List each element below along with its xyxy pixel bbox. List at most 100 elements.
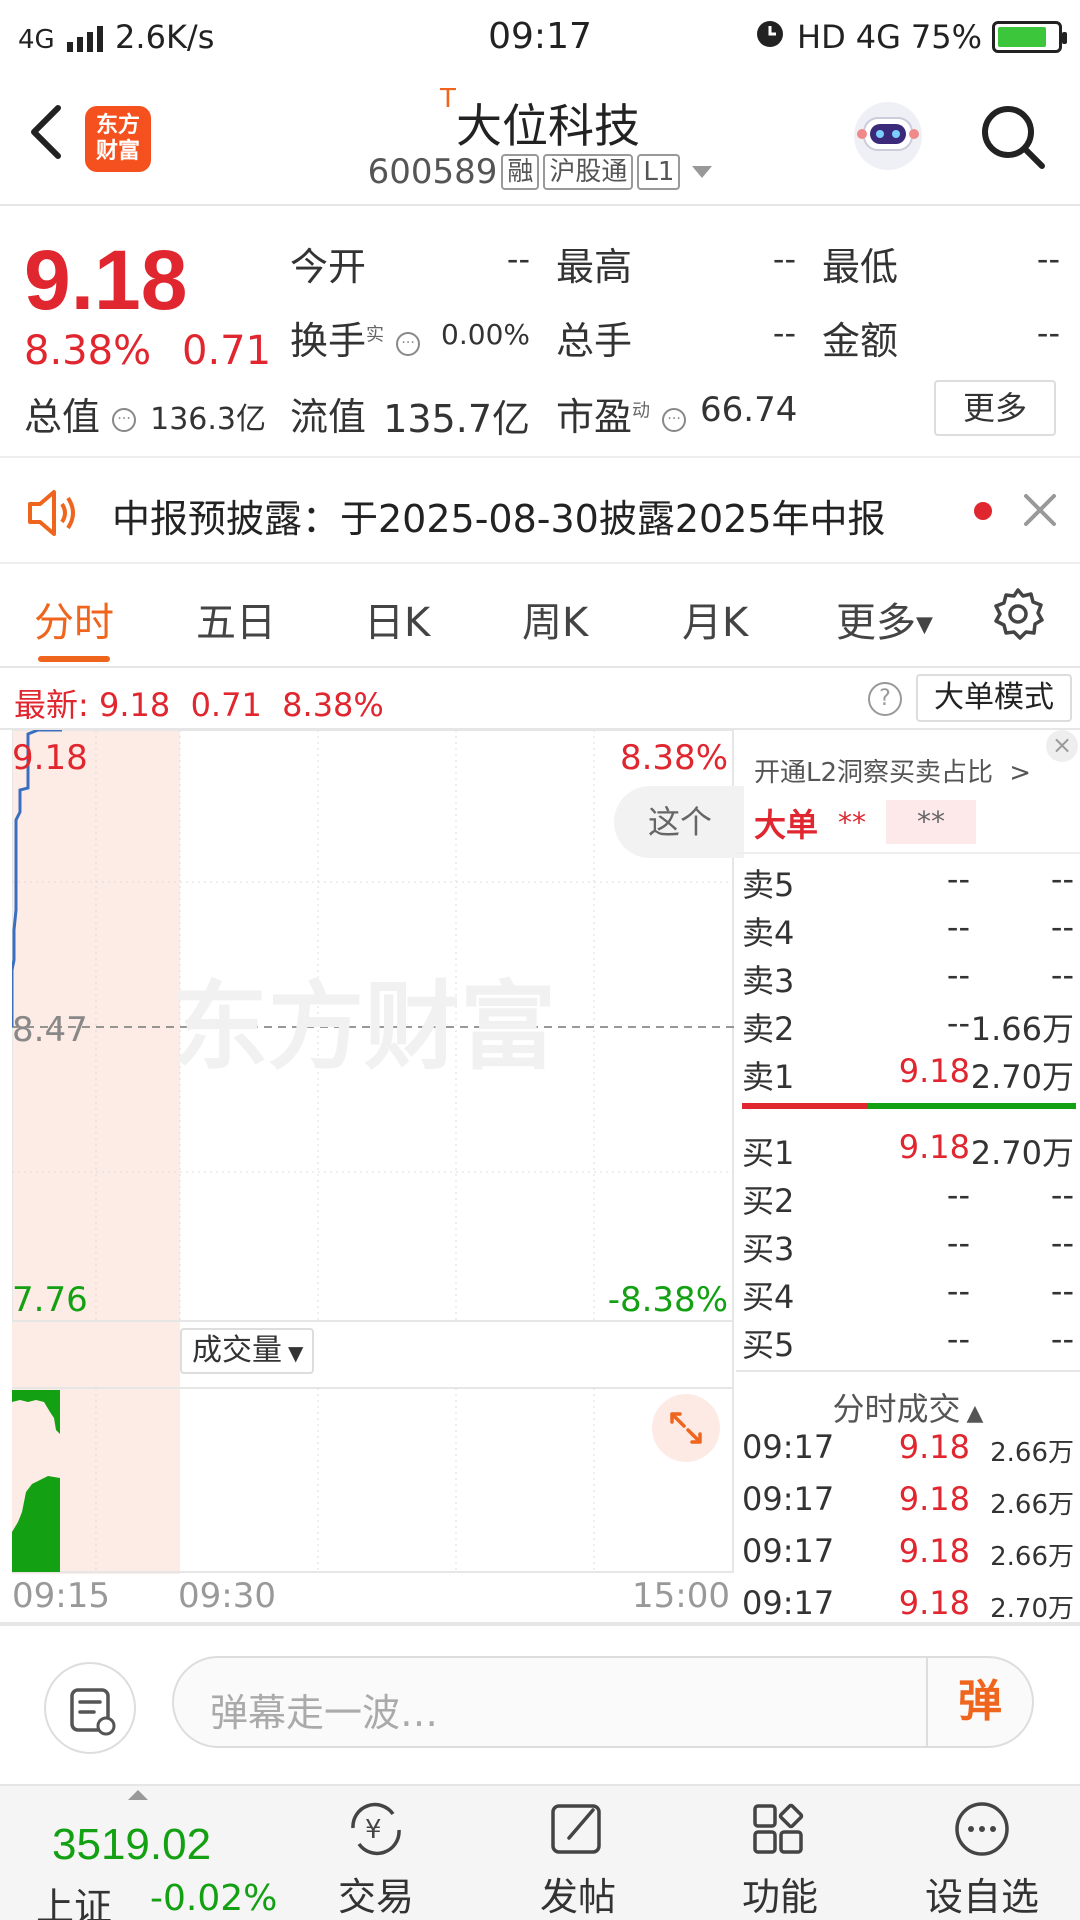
time-start-label: 09:15 [12,1576,110,1616]
latest-summary: 最新: 9.18 0.71 8.38% [14,686,384,724]
danmu-placeholder: 弹幕走一波… [210,1691,439,1735]
tab-monthly-k[interactable]: 月K [682,590,748,648]
volume-value: -- [772,314,796,352]
dropdown-icon: ▼ [916,612,933,638]
volume-svg [12,1322,734,1574]
tick-row: 09:17 9.18 2.66万 [742,1480,1074,1520]
index-value[interactable]: 3519.02 [52,1820,211,1870]
more-info-icon: ··· [396,331,421,356]
pct-bottom-label: -8.38% [607,1280,728,1320]
t-mark: T [440,84,456,114]
tag-margin: 融 [501,154,540,190]
gear-icon[interactable] [990,586,1046,642]
nav-add-watchlist[interactable]: 设自选 [912,1798,1052,1920]
total-cap-label[interactable]: 总值 ··· [24,386,137,441]
tick-row: 09:17 9.18 2.70万 [742,1584,1074,1620]
change-percent: 8.38% [24,328,152,374]
ask-row-1: 卖1 9.18 2.70万 [742,1052,1074,1096]
big-order-value-sell: ** [886,800,976,844]
volume-panel [12,1320,734,1574]
ask-row-5: 卖5 -- -- [742,860,1074,904]
nav-trade[interactable]: ¥ 交易 [306,1798,446,1920]
amount-value: -- [1036,314,1060,352]
ask-row-2: 卖2 -- 1.66万 [742,1004,1074,1048]
chart-tabs: 分时 五日 日K 周K 月K 更多▼ [0,564,1080,668]
robot-assistant-icon[interactable] [848,94,928,174]
grid-icon [753,1803,804,1854]
sort-up-icon: ▲ [966,1401,984,1426]
tab-weekly-k[interactable]: 周K [522,590,588,648]
danmu-toggle-button[interactable]: 弹 [926,1658,1032,1746]
float-cap-value: 135.7亿 [383,397,530,441]
time-end-label: 15:00 [632,1576,730,1616]
low-label: 最低 [822,245,899,289]
nav-post[interactable]: 发帖 [508,1798,648,1920]
more-info-icon: ··· [662,407,687,432]
pct-top-label: 8.38% [619,738,728,778]
ticks-header[interactable]: 分时成交 ▲ [736,1370,1080,1430]
tab-daily-k[interactable]: 日K [364,590,430,648]
pe-value: 66.74 [700,390,798,430]
battery-percent: 75% [910,18,982,56]
high-value: -- [772,240,796,278]
ask-row-4: 卖4 -- -- [742,908,1074,952]
time-mid-label: 09:30 [178,1576,276,1616]
announcement-text: 中报预披露：于2025-08-30披露2025年中报 [112,497,886,541]
network2-label: 4G [855,18,901,56]
tab-five-day[interactable]: 五日 [196,590,276,648]
chevron-right-icon: > [1009,758,1032,788]
status-right: HD 4G 75% [753,16,1067,58]
more-icon [955,1802,1009,1856]
unread-dot [974,502,992,520]
danmu-input[interactable]: 弹幕走一波… 弹 [172,1656,1034,1748]
pe-label[interactable]: 市盈动 ··· [556,386,687,441]
volume-selector[interactable]: 成交量 ▼ [180,1328,314,1374]
help-icon[interactable]: ? [868,682,902,716]
high-label: 最高 [556,245,633,289]
nav-functions[interactable]: 功能 [710,1798,850,1920]
bid-row-3: 买3 -- -- [742,1224,1074,1268]
current-price: 9.18 [24,233,188,327]
active-tab-indicator [38,656,110,662]
low-value: -- [1036,240,1060,278]
index-name: 上证 [36,1885,113,1920]
expand-icon[interactable] [652,1394,720,1462]
tag-connect: 沪股通 [543,154,634,190]
watermark: 东方财富 [172,971,556,1083]
expand-up-icon[interactable] [128,1790,148,1800]
bid-row-4: 买4 -- -- [742,1272,1074,1316]
turnover-label[interactable]: 换手实 ··· [290,310,421,365]
announcement-bar[interactable]: 中报预披露：于2025-08-30披露2025年中报 [0,456,1080,564]
l2-upgrade-link[interactable]: 开通L2洞察买卖占比 > [754,752,1031,789]
chevron-down-icon [692,166,713,178]
bottom-nav: 3519.02 上证 -0.02% ¥ 交易 发帖 功能 设自选 [0,1784,1080,1920]
tick-row: 09:17 9.18 2.66万 [742,1428,1074,1468]
feedback-pill[interactable]: 这个 [614,786,744,858]
bid-row-5: 买5 -- -- [742,1320,1074,1364]
bid-row-2: 买2 -- -- [742,1176,1074,1220]
close-icon[interactable] [1022,492,1058,532]
amount-label: 金额 [822,319,899,363]
float-cap-label: 流值 [290,395,367,439]
stock-header: 东方 财富 T大位科技 600589 融 沪股通 L1 [0,72,1080,206]
big-order-mode-button[interactable]: 大单模式 [916,674,1072,722]
stock-name: 大位科技 [455,99,640,153]
quote-panel: 9.18 8.38% 0.71 今开 -- 最高 -- 最低 -- 换手实 ··… [0,206,1080,456]
hd-label: HD [797,18,846,56]
total-cap-value: 136.3亿 [150,402,266,437]
battery-icon [992,21,1067,53]
edit-icon [551,1804,601,1854]
stock-code: 600589 [367,152,498,192]
open-value: -- [506,240,530,278]
ask-row-3: 卖3 -- -- [742,956,1074,1000]
close-icon[interactable]: × [1046,730,1078,762]
alarm-icon [753,16,787,58]
comment-settings-button[interactable] [44,1662,136,1754]
more-quote-button[interactable]: 更多 [934,380,1056,436]
trade-icon: ¥ [351,1802,401,1856]
bid-row-1: 买1 9.18 2.70万 [742,1128,1074,1172]
comment-settings-icon [70,1688,116,1736]
search-icon[interactable] [978,102,1048,172]
tab-intraday[interactable]: 分时 [34,590,114,648]
tab-more[interactable]: 更多▼ [836,590,933,648]
